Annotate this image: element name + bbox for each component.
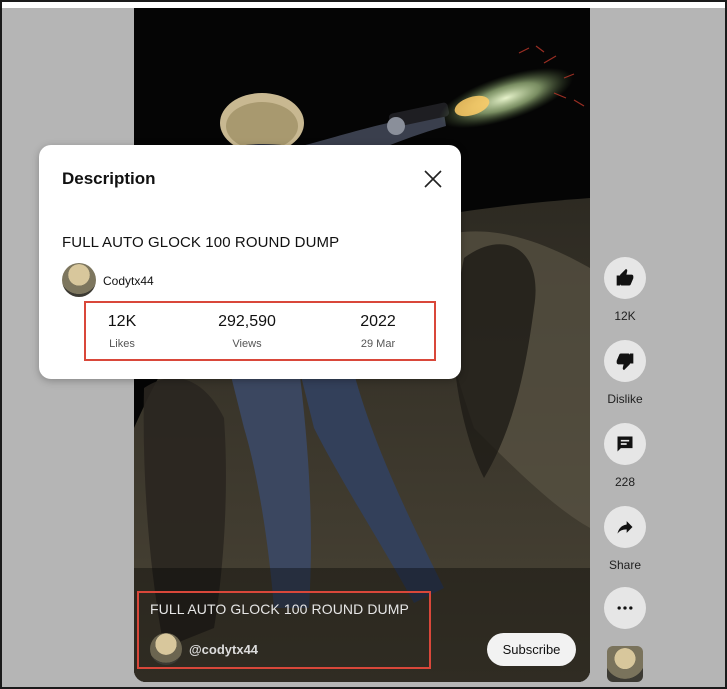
stat-date: 2022 29 Mar	[356, 313, 400, 350]
subscribe-button[interactable]: Subscribe	[487, 633, 576, 666]
stat-date-day: 29 Mar	[360, 338, 396, 350]
channel-thumbnail[interactable]	[607, 646, 643, 682]
share-action[interactable]: Share	[600, 506, 650, 572]
stat-date-year: 2022	[360, 313, 396, 330]
close-button[interactable]	[419, 165, 447, 193]
comments-button[interactable]	[604, 423, 646, 465]
like-count: 12K	[614, 309, 636, 323]
more-horizontal-icon	[617, 606, 633, 610]
share-label: Share	[608, 558, 642, 572]
stat-views-value: 292,590	[218, 313, 276, 330]
thumbs-up-icon	[616, 268, 634, 286]
comment-count: 228	[614, 475, 636, 489]
description-channel-name[interactable]: Codytx44	[103, 274, 154, 288]
description-heading: Description	[62, 169, 156, 188]
description-panel: Description FULL AUTO GLOCK 100 ROUND DU…	[39, 145, 461, 379]
dislike-action[interactable]: Dislike	[600, 340, 650, 406]
more-action[interactable]	[600, 587, 650, 629]
dislike-label: Dislike	[607, 392, 643, 406]
stat-likes: 12K Likes	[106, 313, 138, 350]
share-arrow-icon	[617, 521, 633, 534]
description-channel-avatar[interactable]	[62, 263, 96, 297]
thumbs-down-icon	[616, 353, 634, 371]
stat-views: 292,590 Views	[212, 313, 282, 350]
description-video-title: FULL AUTO GLOCK 100 ROUND DUMP	[62, 234, 340, 251]
close-icon	[424, 170, 442, 188]
stat-likes-value: 12K	[107, 313, 137, 330]
like-action[interactable]: 12K	[600, 257, 650, 323]
screenshot-frame: FULL AUTO GLOCK 100 ROUND DUMP @codytx44…	[0, 0, 727, 689]
highlight-box-overlay	[137, 591, 431, 669]
stat-likes-caption: Likes	[109, 338, 135, 350]
share-button[interactable]	[604, 506, 646, 548]
more-options-button[interactable]	[604, 587, 646, 629]
comment-icon	[617, 436, 633, 452]
dislike-button[interactable]	[604, 340, 646, 382]
like-button[interactable]	[604, 257, 646, 299]
stats-highlight-box: 12K Likes 292,590 Views 2022 29 Mar	[84, 301, 436, 361]
comments-action[interactable]: 228	[600, 423, 650, 489]
stat-views-caption: Views	[232, 338, 262, 350]
